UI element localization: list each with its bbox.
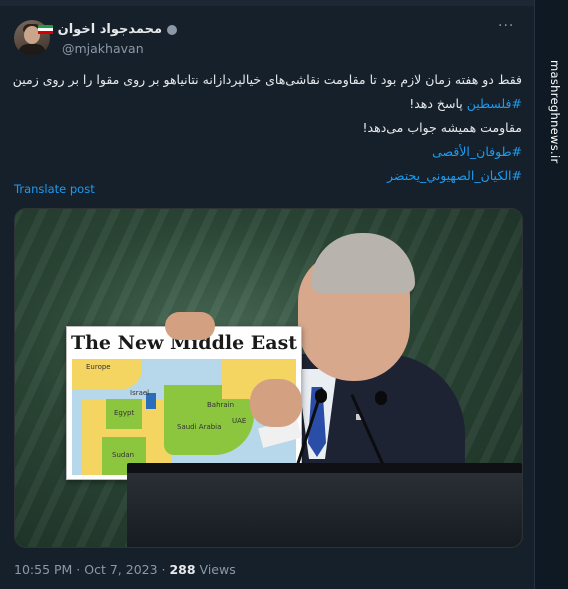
tweet-photo[interactable]: The New Middle East Europe Israel Egypt … (14, 208, 523, 548)
microphone-left-head (315, 389, 327, 403)
hashtag-al-aqsa-flood[interactable]: #طوفان_الأقصى (14, 140, 522, 164)
display-name[interactable]: محمدجواد اخوان (58, 22, 162, 37)
iran-flag-icon (37, 24, 53, 35)
previous-tweet-edge (0, 0, 534, 6)
mashregh-logo (544, 16, 564, 46)
tweet-card: محمدجواد اخوان @mjakhavan ··· فقط دو هفت… (0, 0, 534, 589)
tweet-date[interactable]: Oct 7, 2023 (84, 562, 157, 577)
publisher-watermark-bar: mashreghnews.ir (534, 0, 568, 589)
timestamp-separator-2: · (157, 562, 170, 577)
verified-badge-icon (167, 24, 177, 35)
hashtag-palestine[interactable]: #فلسطین (467, 96, 522, 111)
views-count: 288 (169, 562, 196, 577)
translate-post-link[interactable]: Translate post (14, 182, 95, 196)
user-handle[interactable]: @mjakhavan (62, 41, 144, 56)
tweet-text: فقط دو هفته زمان لازم بود تا مقاومت نقاش… (12, 68, 522, 188)
views-label: Views (195, 562, 236, 577)
tweet-line-3: مقاومت همیشه جواب می‌دهد! (362, 120, 522, 135)
podium (127, 473, 522, 547)
speaker-fist (250, 379, 302, 427)
name-row: محمدجواد اخوان (37, 22, 177, 37)
map-label-uae: UAE (232, 417, 247, 425)
tweet-line-2-rest: پاسخ دهد! (409, 96, 467, 111)
speaker-hand-holding-map (165, 312, 215, 340)
map-label-egypt: Egypt (114, 409, 135, 417)
tweet-timestamp: 10:55 PM · Oct 7, 2023 · 288 Views (14, 562, 236, 577)
map-label-bahrain: Bahrain (207, 401, 235, 409)
microphone-right-head (375, 391, 387, 405)
map-label-israel: Israel (130, 389, 150, 397)
timestamp-separator: · (72, 562, 85, 577)
avatar-body (18, 44, 46, 56)
map-label-sudan: Sudan (112, 451, 135, 459)
tweet-line-1: فقط دو هفته زمان لازم بود تا مقاومت نقاش… (12, 72, 522, 87)
map-label-europe: Europe (86, 363, 111, 371)
tweet-line-2: #فلسطین پاسخ دهد! (14, 92, 522, 116)
map-label-saudi: Saudi Arabia (177, 423, 222, 431)
publisher-url: mashreghnews.ir (548, 60, 562, 164)
more-dots-icon[interactable]: ··· (498, 18, 514, 34)
tweet-time[interactable]: 10:55 PM (14, 562, 72, 577)
